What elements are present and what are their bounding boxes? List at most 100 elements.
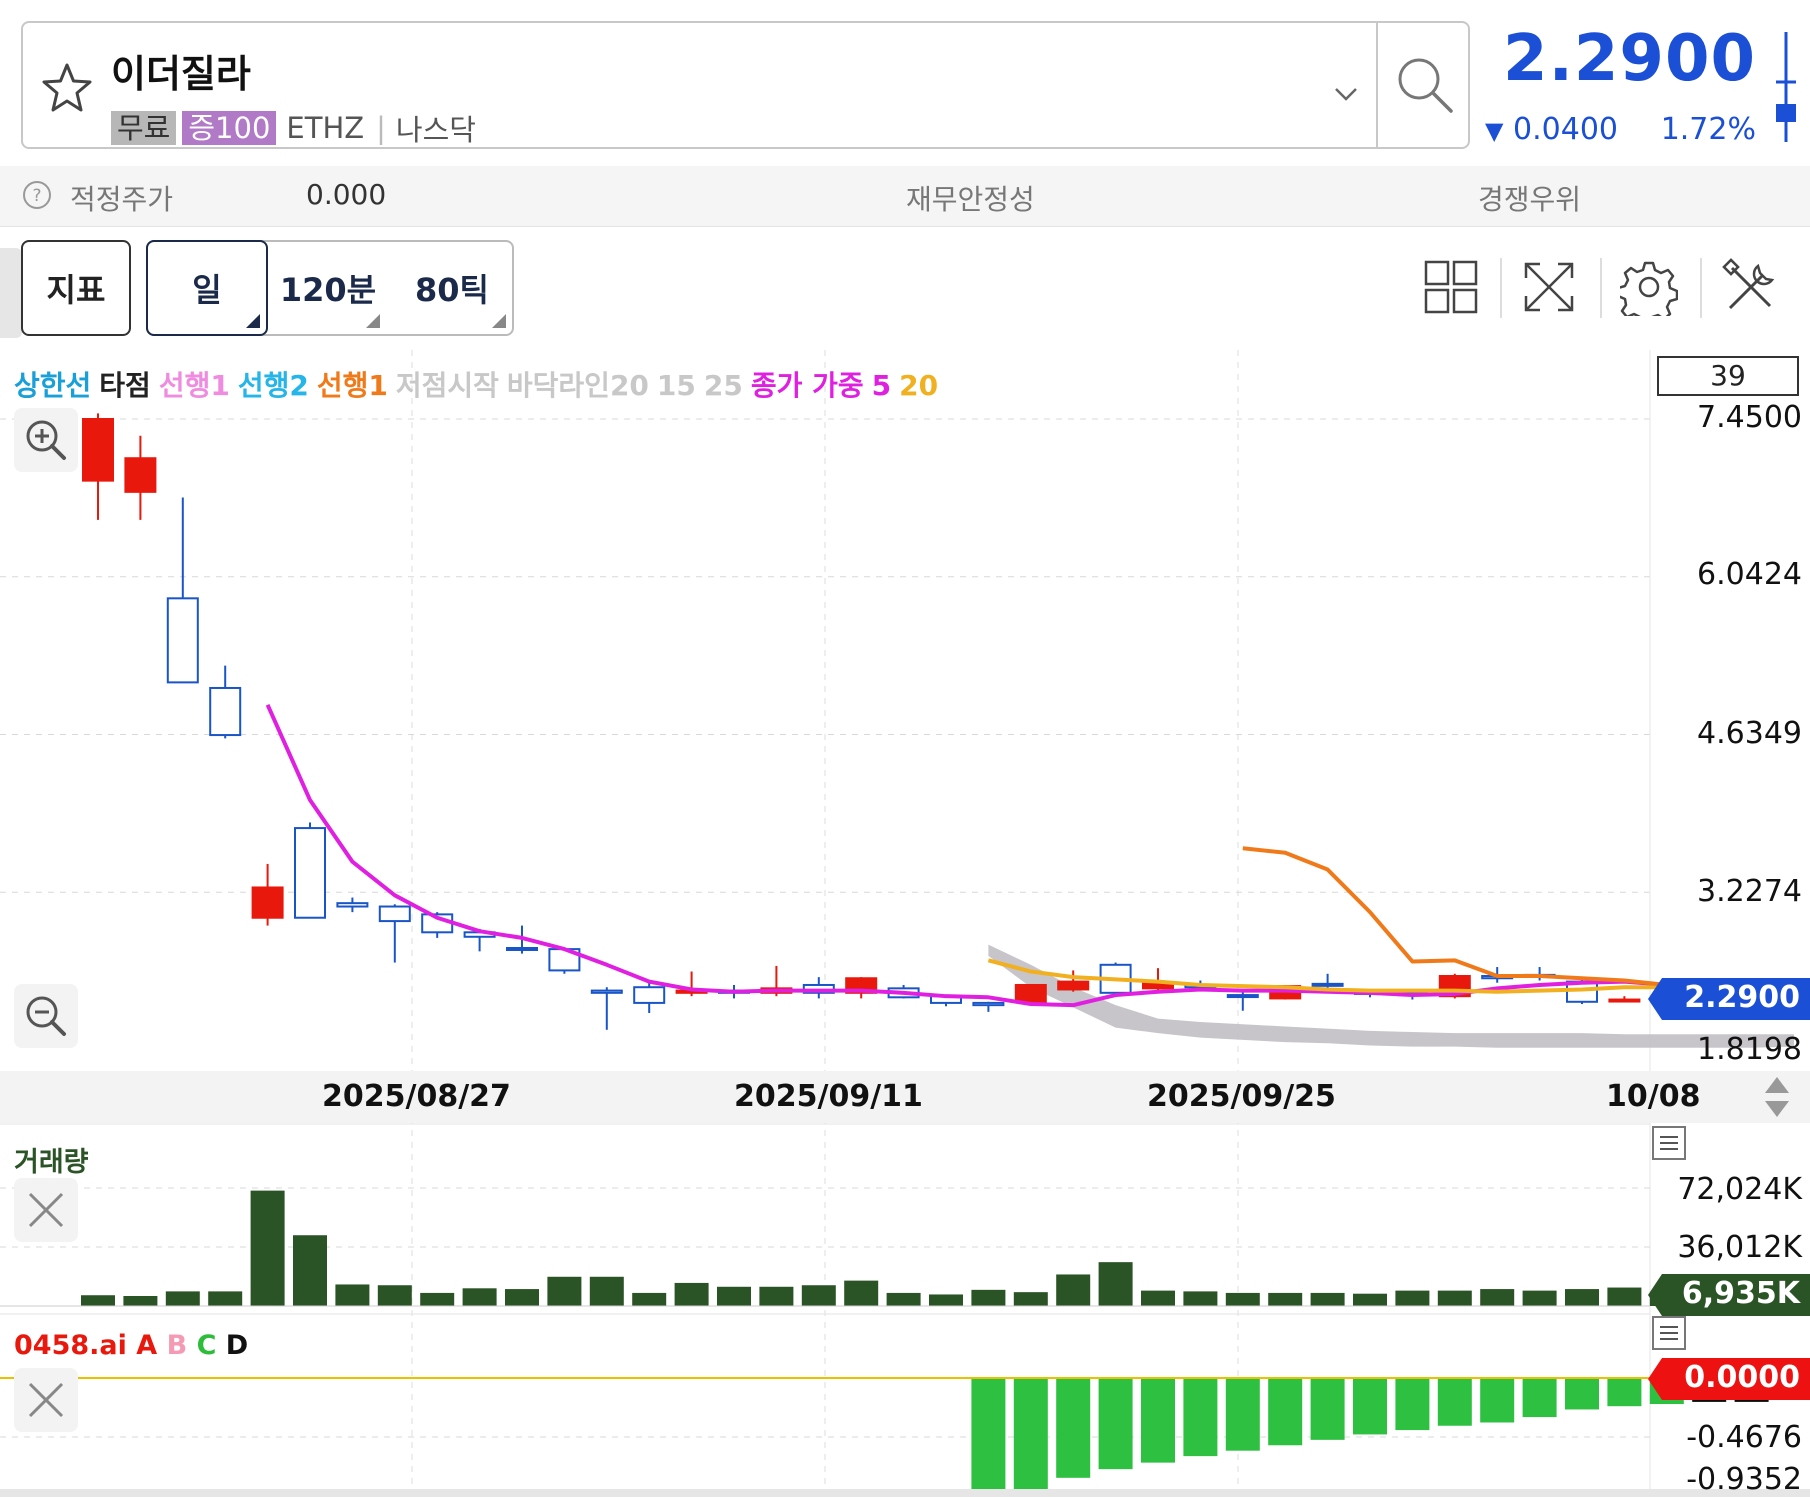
period-day[interactable]: 일 xyxy=(146,240,268,336)
volume-menu-icon[interactable] xyxy=(1652,1126,1686,1160)
legend-item[interactable]: 20 xyxy=(899,369,938,402)
volume-bar xyxy=(293,1235,327,1306)
indicator-line xyxy=(1242,846,1668,987)
volume-bar xyxy=(547,1276,582,1306)
mini-candle-icon xyxy=(1776,32,1796,142)
candle-body xyxy=(972,1001,1005,1007)
legend-item[interactable]: 선행1 xyxy=(317,369,388,402)
oscillator-bar xyxy=(1268,1378,1303,1446)
volume-bar xyxy=(377,1285,412,1306)
chart-toolbar: 지표 일 120분 80틱 xyxy=(0,228,1810,348)
volume-bar xyxy=(1183,1291,1218,1306)
candle-body xyxy=(251,886,284,919)
volume-bar xyxy=(123,1296,158,1306)
date-axis[interactable]: 2025/08/27 2025/09/11 2025/09/25 10/08 xyxy=(0,1071,1810,1123)
stock-search-box[interactable]: 이더질라 무료 증100 ETHZ | 나스닥 xyxy=(21,21,1470,149)
date-axis-label: 2025/08/27 xyxy=(322,1079,511,1114)
period-120min[interactable]: 120분 xyxy=(270,242,386,334)
volume-bar xyxy=(1437,1290,1472,1306)
legend-item[interactable]: 선행2 xyxy=(238,369,309,402)
candle-body xyxy=(1057,980,1090,991)
star-favorite-icon[interactable] xyxy=(39,61,95,117)
oscillator-bar xyxy=(1437,1378,1472,1426)
candle-body xyxy=(506,946,538,951)
legend-item[interactable]: 25 xyxy=(704,369,743,402)
price-axis-label: 1.8198 xyxy=(1697,1032,1802,1067)
stock-name: 이더질라 xyxy=(111,52,251,96)
price-change: ▼ 0.0400 xyxy=(1485,112,1618,147)
financial-stability-label[interactable]: 재무안정성 xyxy=(906,178,1035,218)
oscillator-bar xyxy=(1522,1378,1557,1418)
oscillator-close-button[interactable] xyxy=(14,1368,78,1432)
period-selector: 일 120분 80틱 xyxy=(146,240,514,336)
volume-bar xyxy=(1353,1293,1387,1306)
candle-body xyxy=(336,902,369,908)
help-question-icon[interactable]: ? xyxy=(22,180,52,210)
toolbar-divider xyxy=(1700,258,1702,318)
down-triangle-icon: ▼ xyxy=(1485,117,1504,145)
zoom-in-button[interactable] xyxy=(14,408,78,472)
competitive-advantage-label[interactable]: 경쟁우위 xyxy=(1478,178,1581,218)
toolbar-divider xyxy=(1600,258,1602,318)
badge-margin: 증100 xyxy=(182,111,277,145)
period-80tick[interactable]: 80틱 xyxy=(392,242,512,334)
legend-item[interactable]: 저점시작 xyxy=(396,369,499,402)
candle-count-box[interactable]: 39 xyxy=(1657,356,1799,396)
oscillator-bar xyxy=(1565,1378,1599,1410)
layout-grid-icon[interactable] xyxy=(1422,258,1480,316)
volume-last-tag: 6,935K xyxy=(1681,1276,1800,1311)
divider xyxy=(1376,23,1378,147)
volume-bar xyxy=(1056,1274,1091,1306)
legend-item[interactable]: 바닥라인20 xyxy=(507,369,649,402)
svg-text:?: ? xyxy=(32,186,41,206)
oscillator-menu-icon[interactable] xyxy=(1652,1316,1686,1350)
volume-bar xyxy=(1141,1290,1175,1306)
legend-item[interactable]: 15 xyxy=(657,369,696,402)
chevron-down-icon[interactable] xyxy=(1331,79,1361,109)
candle-body xyxy=(166,597,199,684)
current-price-tag: 2.2900 xyxy=(1684,980,1800,1015)
volume-bar xyxy=(81,1295,115,1306)
volume-axis-label: 72,024K xyxy=(1677,1172,1802,1207)
legend-item[interactable]: 5 xyxy=(872,369,891,402)
legend-item[interactable]: 종가 가중 xyxy=(751,369,864,402)
candle-body xyxy=(590,989,623,994)
separator: | xyxy=(376,111,386,145)
price-chart-area[interactable] xyxy=(0,350,1810,1497)
volume-bar xyxy=(462,1288,497,1306)
tools-icon[interactable] xyxy=(1722,258,1780,316)
volume-axis-label: 36,012K xyxy=(1677,1230,1802,1265)
volume-bar xyxy=(589,1276,624,1306)
price-axis-label: 7.4500 xyxy=(1697,400,1802,435)
oscillator-series-label: 0458.ai xyxy=(14,1330,137,1361)
scroll-updown-icon[interactable] xyxy=(1762,1075,1792,1119)
search-icon[interactable] xyxy=(1393,53,1457,117)
period-120min-label: 120분 xyxy=(279,271,377,309)
period-day-label: 일 xyxy=(192,271,222,309)
current-price: 2.2900 xyxy=(1503,22,1756,96)
period-menu-corner xyxy=(246,314,260,328)
zoom-out-button[interactable] xyxy=(14,984,78,1048)
legend-item[interactable]: 선행1 xyxy=(159,369,230,402)
indicator-button[interactable]: 지표 xyxy=(21,240,131,336)
fair-price-value: 0.000 xyxy=(306,178,387,211)
volume-bar xyxy=(505,1289,539,1306)
legend-item[interactable]: 타점 xyxy=(99,369,151,402)
indicator-legend[interactable]: 상한선 타점 선행1 선행2 선행1 저점시작 바닥라인20 15 25 종가 가중 5 20 xyxy=(14,364,946,404)
date-axis-label: 10/08 xyxy=(1606,1079,1701,1114)
expand-icon[interactable] xyxy=(1520,258,1578,316)
volume-close-button[interactable] xyxy=(14,1178,78,1242)
volume-bar xyxy=(1565,1289,1599,1306)
candle-body xyxy=(378,905,411,923)
settings-gear-icon[interactable] xyxy=(1620,258,1678,316)
close-icon xyxy=(28,1382,64,1418)
volume-bar xyxy=(1395,1290,1430,1306)
volume-bar xyxy=(844,1280,879,1306)
volume-bar xyxy=(420,1292,455,1306)
date-axis-label: 2025/09/25 xyxy=(1147,1079,1336,1114)
legend-item[interactable]: 상한선 xyxy=(14,369,91,402)
candle-body xyxy=(294,827,326,919)
volume-bar xyxy=(1098,1262,1133,1306)
period-80tick-label: 80틱 xyxy=(415,271,489,309)
oscillator-zero-tag: 0.0000 xyxy=(1684,1360,1800,1395)
